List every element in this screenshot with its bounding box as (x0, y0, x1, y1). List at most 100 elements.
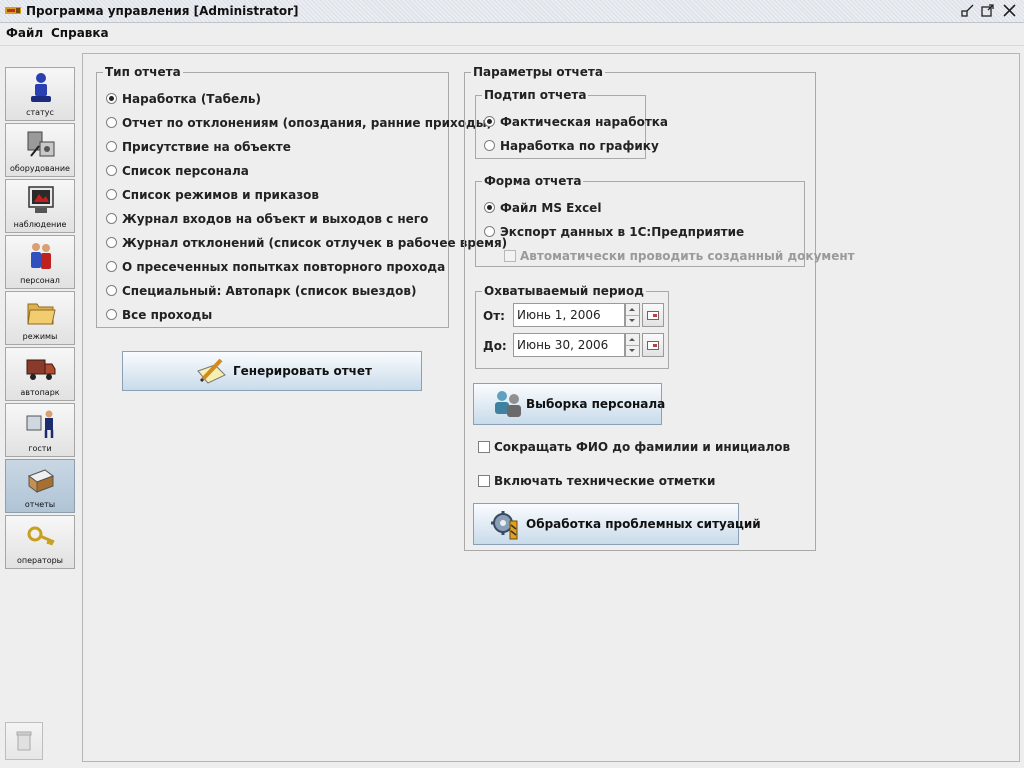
option-label: Журнал входов на объект и выходов с него (122, 212, 429, 226)
truck-icon (26, 359, 56, 380)
report-form-group: Форма отчета Файл MS Excel Экспорт данны… (475, 174, 855, 267)
report-type-group: Тип отчета Наработка (Табель) Отчет по о… (96, 65, 507, 328)
sidebar-item-reports[interactable]: отчеты (5, 459, 75, 513)
personnel-icon (31, 243, 51, 269)
gear-warning-icon (491, 511, 518, 540)
menu-file[interactable]: Файл (5, 26, 44, 40)
main-panel: Тип отчета Наработка (Табель) Отчет по о… (82, 53, 1020, 762)
menu-bar: Файл Справка (0, 23, 1024, 46)
title-bar: Программа управления [Administrator] (0, 0, 1024, 23)
option-label: Сокращать ФИО до фамилии и инициалов (494, 440, 791, 454)
radio-button[interactable] (106, 237, 117, 248)
sidebar-item-monitoring[interactable]: наблюдение (5, 179, 75, 233)
select-staff-label: Выборка персонала (526, 397, 666, 411)
radio-button[interactable] (106, 93, 117, 104)
radio-button[interactable] (106, 189, 117, 200)
menu-help[interactable]: Справка (50, 26, 110, 40)
to-calendar-button[interactable] (642, 333, 664, 357)
generate-report-label: Генерировать отчет (233, 364, 372, 378)
app-logo-icon (5, 7, 21, 14)
spin-down-icon[interactable] (626, 315, 639, 326)
people-icon (495, 391, 521, 417)
option-label: Фактическая наработка (500, 115, 669, 129)
sidebar-item-label: наблюдение (13, 220, 67, 229)
option-label: Список режимов и приказов (122, 188, 320, 202)
sidebar-item-modes[interactable]: режимы (5, 291, 75, 345)
generate-report-button[interactable]: Генерировать отчет (122, 351, 422, 391)
option-label: Отчет по отклонениям (опоздания, ранние … (122, 116, 493, 130)
option-label: Специальный: Автопарк (список выездов) (122, 284, 417, 298)
reports-icon (27, 469, 55, 493)
sidebar-item-guests[interactable]: гости (5, 403, 75, 457)
option-label: Файл MS Excel (500, 201, 602, 215)
period-legend: Охватываемый период (482, 284, 646, 298)
sidebar-item-label: отчеты (24, 500, 56, 509)
sidebar-item-label: режимы (22, 332, 58, 341)
option-label: Автоматически проводить созданный докуме… (520, 249, 855, 263)
equipment-icon (27, 131, 55, 157)
close-icon[interactable] (1002, 3, 1017, 18)
option-label: Присутствие на объекте (122, 140, 291, 154)
radio-button[interactable] (106, 285, 117, 296)
calendar-icon (647, 341, 659, 350)
report-params-legend: Параметры отчета (471, 65, 605, 79)
radio-button[interactable] (484, 202, 495, 213)
from-date-input[interactable] (513, 303, 625, 327)
spin-down-icon[interactable] (626, 345, 639, 356)
key-icon (27, 526, 55, 546)
option-label: Журнал отклонений (список отлучек в рабо… (122, 236, 508, 250)
minimize-icon[interactable] (960, 3, 975, 18)
report-form-legend: Форма отчета (482, 174, 584, 188)
radio-button[interactable] (484, 226, 495, 237)
report-subtype-group: Подтип отчета Фактическая наработка Нара… (475, 88, 668, 159)
to-label: До: (483, 339, 507, 353)
sidebar-item-label: операторы (17, 556, 63, 565)
problem-handling-button[interactable]: Обработка проблемных ситуаций (473, 503, 761, 545)
radio-button[interactable] (106, 117, 117, 128)
status-icon (31, 73, 51, 102)
guest-icon (26, 410, 54, 438)
report-params-group: Параметры отчета Подтип отчета Фактическ… (464, 65, 855, 551)
radio-button[interactable] (106, 309, 117, 320)
option-label: Все проходы (122, 308, 213, 322)
sidebar-item-fleet[interactable]: автопарк (5, 347, 75, 401)
trash-button[interactable] (5, 722, 43, 760)
option-label: Экспорт данных в 1С:Предприятие (500, 225, 745, 239)
to-date-input[interactable] (513, 333, 625, 357)
to-date-spinner[interactable] (625, 333, 640, 357)
sidebar-item-operators[interactable]: операторы (5, 515, 75, 569)
trash-icon (16, 731, 32, 751)
calendar-icon (647, 311, 659, 320)
maximize-icon[interactable] (980, 3, 995, 18)
from-date-spinner[interactable] (625, 303, 640, 327)
sidebar-item-label: оборудование (10, 164, 70, 173)
report-type-legend: Тип отчета (103, 65, 183, 79)
monitoring-icon (28, 186, 54, 213)
period-group: Охватываемый период От: До: (475, 284, 669, 369)
sidebar-item-equipment[interactable]: оборудование (5, 123, 75, 177)
checkbox[interactable] (478, 475, 490, 487)
radio-button[interactable] (106, 141, 117, 152)
radio-button[interactable] (484, 116, 495, 127)
sidebar-item-label: статус (26, 108, 54, 117)
checkbox (504, 250, 516, 262)
option-label: Список персонала (122, 164, 249, 178)
sidebar-item-personnel[interactable]: персонал (5, 235, 75, 289)
option-label: Включать технические отметки (494, 474, 716, 488)
sidebar-item-label: автопарк (20, 388, 60, 397)
radio-button[interactable] (106, 165, 117, 176)
folder-icon (27, 303, 56, 325)
checkbox[interactable] (478, 441, 490, 453)
option-label: Наработка (Табель) (122, 92, 261, 106)
from-calendar-button[interactable] (642, 303, 664, 327)
sidebar-item-label: гости (28, 444, 52, 453)
from-label: От: (483, 309, 505, 323)
problem-handling-label: Обработка проблемных ситуаций (526, 517, 761, 531)
window-title: Программа управления [Administrator] (26, 4, 299, 18)
radio-button[interactable] (106, 261, 117, 272)
select-staff-button[interactable]: Выборка персонала (473, 383, 666, 425)
radio-button[interactable] (484, 140, 495, 151)
sidebar-item-status[interactable]: статус (5, 67, 75, 121)
option-label: Наработка по графику (500, 139, 659, 153)
radio-button[interactable] (106, 213, 117, 224)
